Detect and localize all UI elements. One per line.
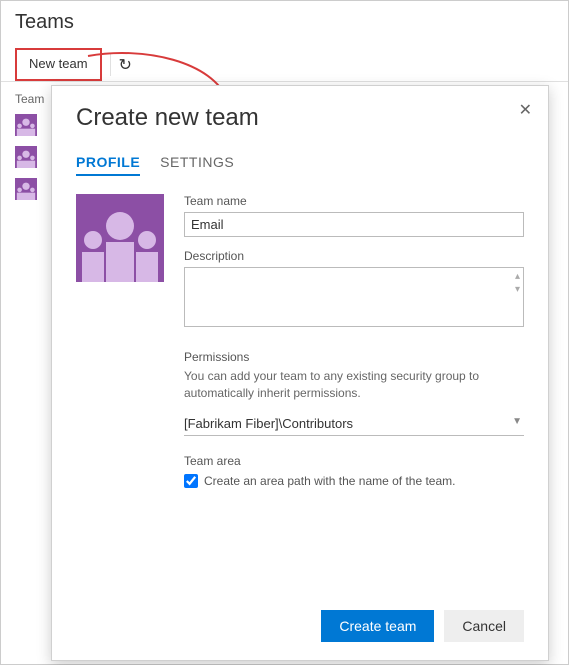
team-avatar[interactable] bbox=[76, 194, 164, 488]
description-label: Description bbox=[184, 249, 524, 263]
area-path-checkbox-label: Create an area path with the name of the… bbox=[204, 474, 455, 488]
permissions-help-text: You can add your team to any existing se… bbox=[184, 368, 524, 402]
description-input[interactable] bbox=[184, 267, 524, 327]
refresh-icon[interactable]: ↻ bbox=[119, 55, 132, 75]
close-icon[interactable]: ✕ bbox=[519, 100, 532, 120]
chevron-down-icon[interactable]: ▾ bbox=[515, 284, 520, 295]
team-area-label: Team area bbox=[184, 454, 524, 468]
modal-tabs: PROFILE SETTINGS bbox=[76, 154, 524, 176]
cancel-button[interactable]: Cancel bbox=[444, 610, 524, 642]
new-team-button[interactable]: New team bbox=[15, 48, 102, 81]
tab-profile[interactable]: PROFILE bbox=[76, 154, 140, 176]
area-path-checkbox[interactable] bbox=[184, 474, 198, 488]
team-name-label: Team name bbox=[184, 194, 524, 208]
team-icon bbox=[15, 178, 37, 200]
team-name-input[interactable] bbox=[184, 212, 524, 237]
scrollbar-arrows: ▴ ▾ bbox=[515, 271, 520, 295]
permissions-label: Permissions bbox=[184, 350, 524, 364]
team-avatar-icon bbox=[76, 194, 164, 282]
page-header: Teams bbox=[1, 1, 568, 42]
tab-settings[interactable]: SETTINGS bbox=[160, 154, 234, 176]
team-icon bbox=[15, 146, 37, 168]
modal-footer: Create team Cancel bbox=[321, 610, 524, 642]
chevron-up-icon[interactable]: ▴ bbox=[515, 271, 520, 282]
chevron-down-icon[interactable]: ▼ bbox=[512, 416, 522, 427]
toolbar: New team ↻ bbox=[1, 42, 568, 82]
create-team-modal: ✕ Create new team PROFILE SETTINGS Team … bbox=[51, 85, 549, 661]
create-team-button[interactable]: Create team bbox=[321, 610, 434, 642]
modal-title: Create new team bbox=[76, 104, 524, 132]
team-icon bbox=[15, 114, 37, 136]
toolbar-divider bbox=[110, 54, 111, 76]
permissions-select[interactable] bbox=[184, 412, 524, 436]
page-title: Teams bbox=[15, 11, 554, 34]
